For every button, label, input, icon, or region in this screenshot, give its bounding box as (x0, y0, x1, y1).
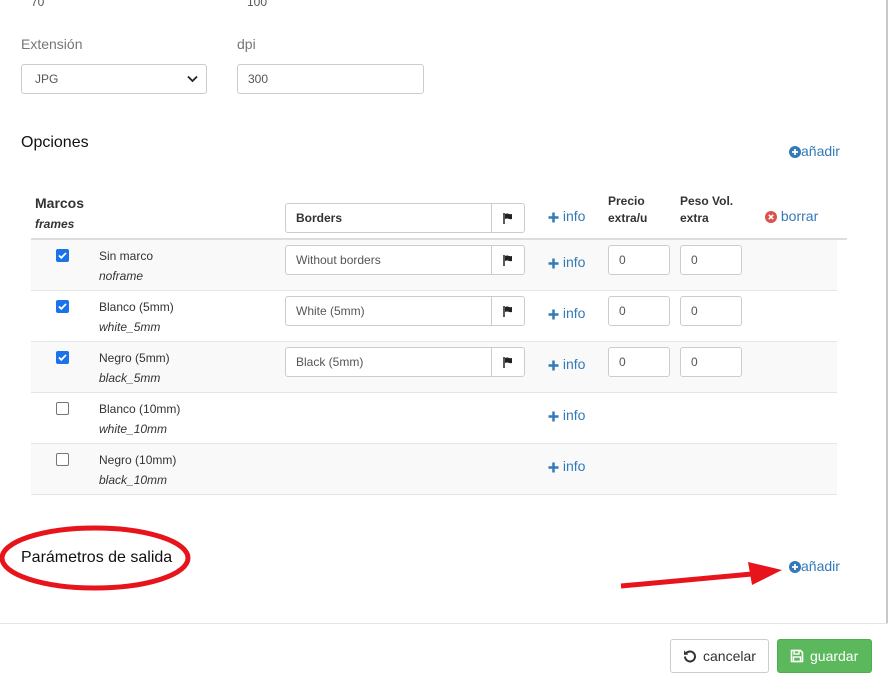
options-title: Opciones (21, 134, 89, 151)
group-delete-link[interactable]: borrar (765, 208, 818, 224)
extension-value: JPG (35, 72, 59, 86)
row-info-link[interactable]: info (548, 356, 585, 372)
plus-circle-icon (789, 146, 801, 158)
row-label: Negro (5mm) (99, 351, 170, 365)
extension-label: Extensión (21, 36, 83, 52)
chevron-down-icon (187, 75, 198, 83)
row-weight-input[interactable] (680, 347, 742, 377)
save-button[interactable]: guardar (777, 639, 872, 673)
footer-divider (0, 623, 888, 624)
checkbox-white-10mm[interactable] (56, 402, 69, 415)
row-key: black_10mm (99, 473, 168, 487)
row-info-link[interactable]: info (548, 305, 585, 321)
row-translate-button[interactable] (491, 245, 525, 275)
row-label: Sin marco (99, 249, 154, 263)
plus-icon (548, 309, 559, 320)
check-icon (58, 303, 67, 311)
weight-header: Peso Vol. extra (680, 194, 734, 225)
row-translate-button[interactable] (491, 347, 525, 377)
group-name: Marcos (35, 195, 85, 211)
group-key: frames (35, 217, 75, 231)
row-key: noframe (99, 269, 144, 283)
flag-icon (503, 306, 512, 317)
row-info-link[interactable]: info (548, 254, 585, 270)
checkbox-black-10mm[interactable] (56, 453, 69, 466)
row-price-input[interactable] (608, 347, 670, 377)
row-translation-input[interactable] (285, 347, 492, 377)
group-info-link[interactable]: info (548, 208, 585, 224)
flag-icon (503, 255, 512, 266)
group-translate-button[interactable] (491, 203, 525, 233)
row-translate-button[interactable] (491, 296, 525, 326)
top-value-right: 100 (247, 0, 268, 9)
row-translation-input[interactable] (285, 296, 492, 326)
group-translation-input[interactable] (285, 203, 492, 233)
plus-icon (548, 411, 559, 422)
row-label: Blanco (10mm) (99, 402, 181, 416)
flag-icon (503, 213, 512, 224)
checkbox-black-5mm[interactable] (56, 351, 69, 364)
plus-icon (548, 258, 559, 269)
annotation-ellipse (0, 525, 191, 591)
times-circle-icon (765, 211, 777, 223)
plus-icon (548, 212, 559, 223)
row-weight-input[interactable] (680, 245, 742, 275)
cancel-button[interactable]: cancelar (670, 639, 769, 673)
top-value-left: 70 (31, 0, 45, 9)
flag-icon (503, 357, 512, 368)
row-price-input[interactable] (608, 245, 670, 275)
row-key: black_5mm (99, 371, 161, 385)
row-info-link[interactable]: info (548, 407, 585, 423)
options-add-link[interactable]: añadir (789, 143, 840, 159)
check-icon (58, 354, 67, 362)
checkbox-noframe[interactable] (56, 249, 69, 262)
annotation-overlay (0, 525, 782, 591)
checkbox-white-5mm[interactable] (56, 300, 69, 313)
table-row (31, 393, 837, 444)
plus-icon (548, 462, 559, 473)
floppy-disk-icon (790, 649, 804, 663)
annotation-arrow-head (748, 562, 782, 585)
row-key: white_10mm (99, 422, 168, 436)
row-price-input[interactable] (608, 296, 670, 326)
row-translation-input[interactable] (285, 245, 492, 275)
undo-icon (684, 650, 696, 663)
extension-select[interactable]: JPG (21, 64, 207, 94)
row-info-link[interactable]: info (548, 458, 585, 474)
table-row (31, 444, 837, 495)
row-key: white_5mm (99, 320, 161, 334)
plus-icon (548, 360, 559, 371)
annotation-arrow-shaft (620, 571, 753, 589)
row-label: Blanco (5mm) (99, 300, 174, 314)
price-header: Precio extra/u (608, 194, 648, 225)
row-weight-input[interactable] (680, 296, 742, 326)
dpi-label: dpi (237, 36, 256, 52)
row-label: Negro (10mm) (99, 453, 177, 467)
dpi-input[interactable] (237, 64, 424, 94)
check-icon (58, 252, 67, 260)
